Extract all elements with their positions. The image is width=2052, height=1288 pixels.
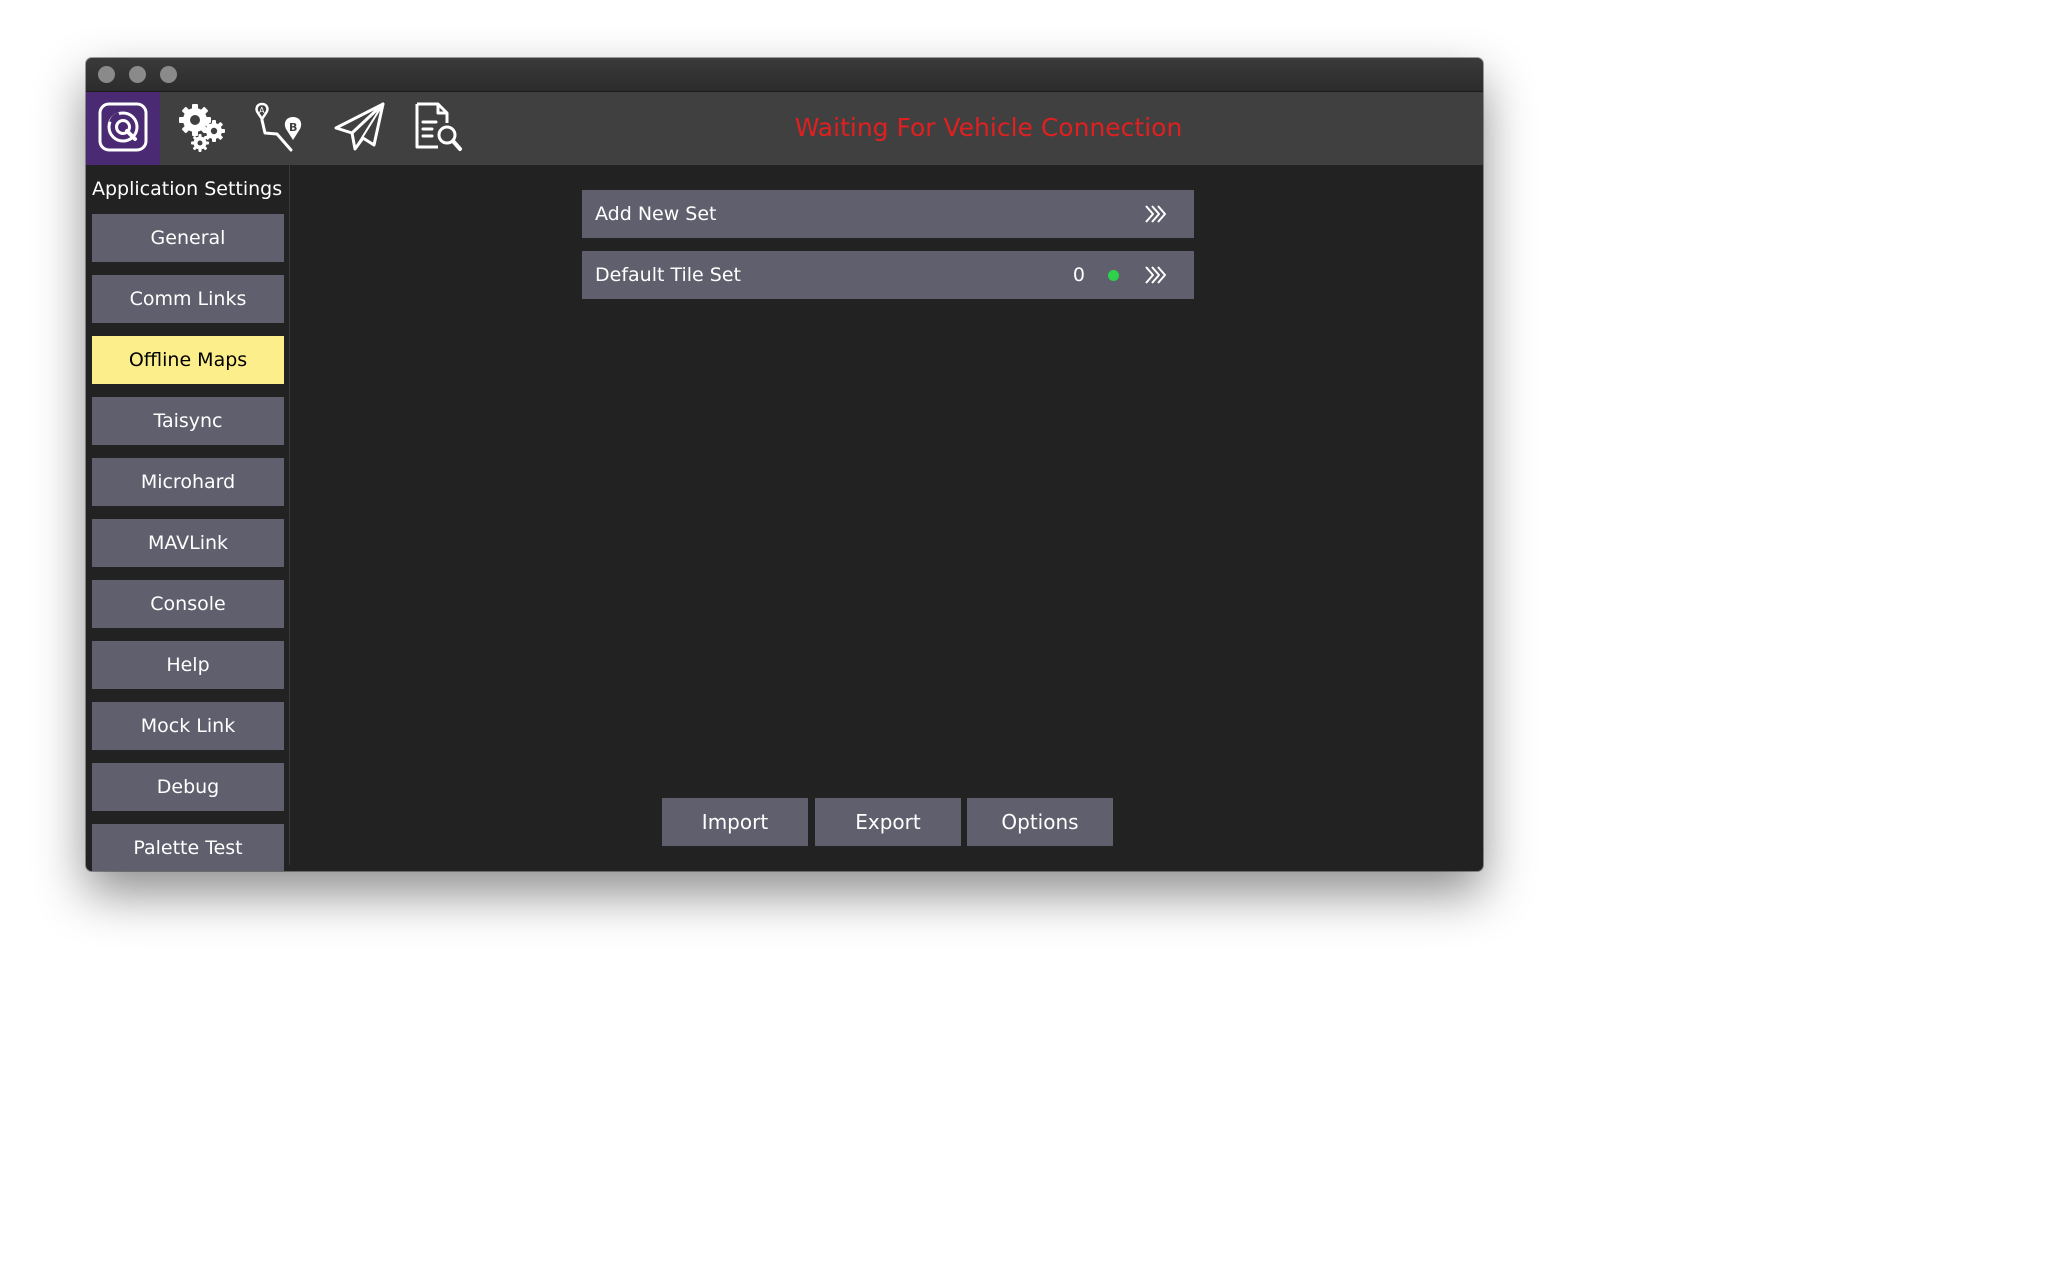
- app-settings-toolbar-button[interactable]: [86, 92, 160, 165]
- triple-chevron-icon: [1144, 204, 1166, 224]
- svg-text:B: B: [289, 121, 297, 134]
- sidebar-divider: [289, 165, 290, 865]
- tile-set-name: Default Tile Set: [595, 264, 741, 286]
- sidebar-item-general[interactable]: General: [92, 214, 284, 262]
- options-button[interactable]: Options: [967, 798, 1113, 846]
- close-window-button[interactable]: [98, 66, 115, 83]
- sidebar-item-debug[interactable]: Debug: [92, 763, 284, 811]
- sidebar-item-comm-links[interactable]: Comm Links: [92, 275, 284, 323]
- sidebar-item-palette-test[interactable]: Palette Test: [92, 824, 284, 871]
- add-new-set-row[interactable]: Add New Set: [582, 190, 1194, 238]
- title-bar: [86, 58, 1483, 92]
- qgc-logo-icon: [98, 102, 148, 156]
- sidebar-item-console[interactable]: Console: [92, 580, 284, 628]
- zoom-window-button[interactable]: [160, 66, 177, 83]
- svg-text:A: A: [259, 106, 265, 115]
- vehicle-setup-toolbar-button[interactable]: [165, 92, 239, 165]
- import-button[interactable]: Import: [662, 798, 808, 846]
- tile-count: 0: [1072, 264, 1085, 286]
- sidebar-item-mavlink[interactable]: MAVLink: [92, 519, 284, 567]
- app-window: A B Waiting For Vehicle Connection Appli…: [86, 58, 1483, 871]
- triple-chevron-icon: [1144, 265, 1166, 285]
- plan-view-route-icon: A B: [253, 100, 307, 158]
- tile-set-status-dot: [1108, 270, 1119, 281]
- analyze-toolbar-button[interactable]: [402, 92, 476, 165]
- analyze-document-search-icon: [412, 101, 466, 157]
- main-toolbar: A B Waiting For Vehicle Connection: [86, 92, 1483, 165]
- sidebar-item-mock-link[interactable]: Mock Link: [92, 702, 284, 750]
- sidebar-item-microhard[interactable]: Microhard: [92, 458, 284, 506]
- add-new-set-label: Add New Set: [595, 203, 717, 225]
- minimize-window-button[interactable]: [129, 66, 146, 83]
- sidebar-item-offline-maps[interactable]: Offline Maps: [92, 336, 284, 384]
- sidebar-heading: Application Settings: [92, 178, 283, 200]
- vehicle-connection-status: Waiting For Vehicle Connection: [794, 113, 1183, 142]
- plan-view-toolbar-button[interactable]: A B: [243, 92, 317, 165]
- settings-sidebar: Application Settings General Comm Links …: [86, 165, 290, 871]
- vehicle-setup-gears-icon: [175, 101, 229, 157]
- fly-view-paper-plane-icon: [333, 101, 387, 157]
- tile-set-row[interactable]: Default Tile Set 0: [582, 251, 1194, 299]
- sidebar-item-help[interactable]: Help: [92, 641, 284, 689]
- sidebar-item-taisync[interactable]: Taisync: [92, 397, 284, 445]
- fly-view-toolbar-button[interactable]: [323, 92, 397, 165]
- export-button[interactable]: Export: [815, 798, 961, 846]
